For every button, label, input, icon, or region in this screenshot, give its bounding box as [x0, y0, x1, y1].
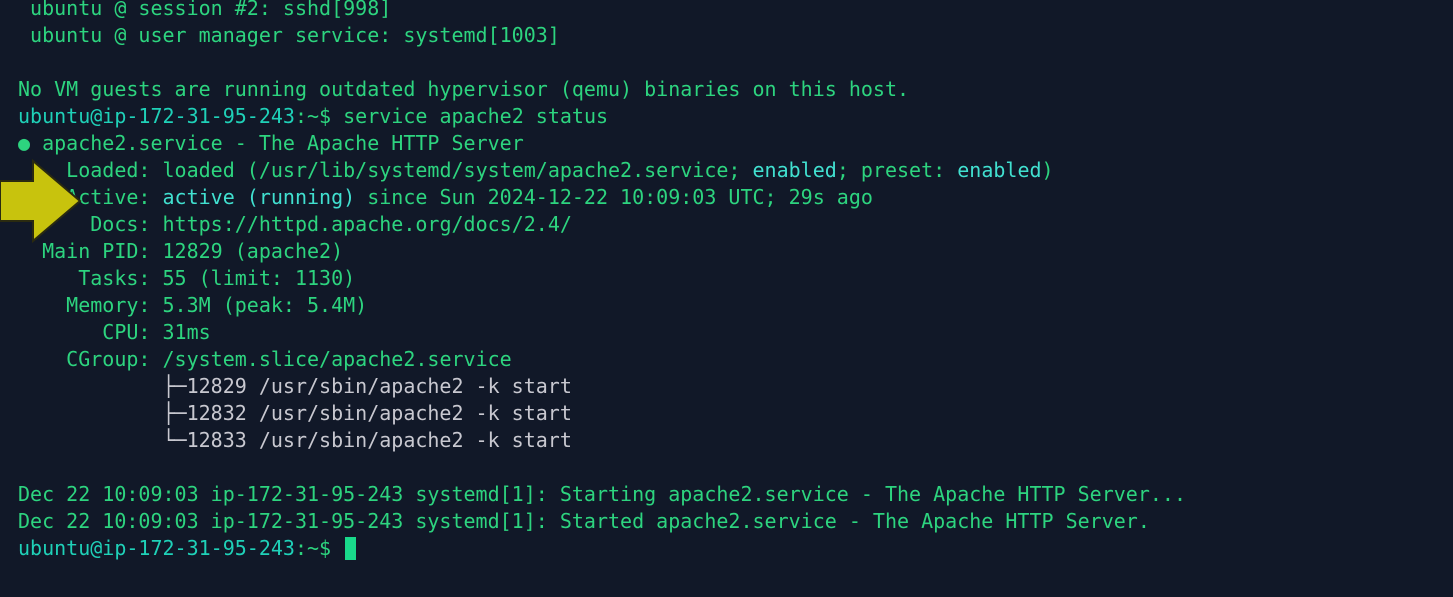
- session-line-1: ubuntu @ session #2: sshd[998]: [18, 0, 392, 20]
- command-text: service apache2 status: [343, 104, 609, 128]
- tasks-value: 55 (limit: 1130): [162, 266, 356, 290]
- cgroup-key: CGroup:: [18, 347, 163, 371]
- prompt-user-host: ubuntu@ip-172-31-95-243: [18, 536, 295, 560]
- docs-url[interactable]: https://httpd.apache.org/docs/2.4/: [163, 212, 572, 236]
- yellow-arrow-icon: [0, 159, 82, 243]
- enabled-state: enabled: [752, 158, 837, 182]
- tasks-key: Tasks:: [18, 266, 163, 290]
- docs-line: Docs: https://httpd.apache.org/docs/2.4/: [18, 211, 1453, 238]
- memory-key: Memory:: [18, 293, 163, 317]
- main-pid-line: Main PID: 12829 (apache2): [18, 238, 1453, 265]
- process-line-2: ├─12832 /usr/sbin/apache2 -k start: [18, 401, 572, 425]
- cpu-line: CPU: 31ms: [18, 319, 1453, 346]
- journal-log-1: Dec 22 10:09:03 ip-172-31-95-243 systemd…: [18, 482, 1186, 506]
- active-state: active (running): [162, 185, 356, 209]
- terminal-output[interactable]: ubuntu @ session #2: sshd[998] ubuntu @ …: [18, 0, 1453, 597]
- loaded-line: Loaded: loaded (/usr/lib/systemd/system/…: [18, 157, 1453, 184]
- journal-log-2: Dec 22 10:09:03 ip-172-31-95-243 systemd…: [18, 509, 1150, 533]
- cpu-key: CPU:: [18, 320, 163, 344]
- memory-value: 5.3M (peak: 5.4M): [162, 293, 368, 317]
- pid-value: 12829 (apache2): [162, 239, 344, 263]
- memory-line: Memory: 5.3M (peak: 5.4M): [18, 292, 1453, 319]
- active-since: since Sun 2024-12-22 10:09:03 UTC; 29s a…: [355, 185, 873, 209]
- active-line: Active: active (running) since Sun 2024-…: [18, 184, 1453, 211]
- loaded-value-a: loaded (/usr/lib/systemd/system/apache2.…: [162, 158, 753, 182]
- prompt-path: :~$: [294, 104, 344, 128]
- prompt-path: :~$: [294, 536, 344, 560]
- status-bullet: ●: [18, 131, 31, 155]
- loaded-value-b: ; preset:: [836, 158, 958, 182]
- hypervisor-notice: No VM guests are running outdated hyperv…: [18, 77, 910, 101]
- prompt-line-2: ubuntu@ip-172-31-95-243:~$: [18, 535, 1453, 562]
- cpu-value: 31ms: [162, 320, 211, 344]
- service-header: ● apache2.service - The Apache HTTP Serv…: [18, 130, 1453, 157]
- prompt-line-1: ubuntu@ip-172-31-95-243:~$ service apach…: [18, 103, 1453, 130]
- session-line-2: ubuntu @ user manager service: systemd[1…: [18, 23, 560, 47]
- cgroup-value: /system.slice/apache2.service: [162, 347, 512, 371]
- process-line-3: └─12833 /usr/sbin/apache2 -k start: [18, 428, 572, 452]
- terminal-cursor[interactable]: [345, 537, 357, 560]
- cgroup-line: CGroup: /system.slice/apache2.service: [18, 346, 1453, 373]
- loaded-value-c: ): [1041, 158, 1054, 182]
- tasks-line: Tasks: 55 (limit: 1130): [18, 265, 1453, 292]
- service-name: apache2.service - The Apache HTTP Server: [30, 131, 524, 155]
- process-line-1: ├─12829 /usr/sbin/apache2 -k start: [18, 374, 572, 398]
- prompt-user-host: ubuntu@ip-172-31-95-243: [18, 104, 295, 128]
- preset-state: enabled: [957, 158, 1042, 182]
